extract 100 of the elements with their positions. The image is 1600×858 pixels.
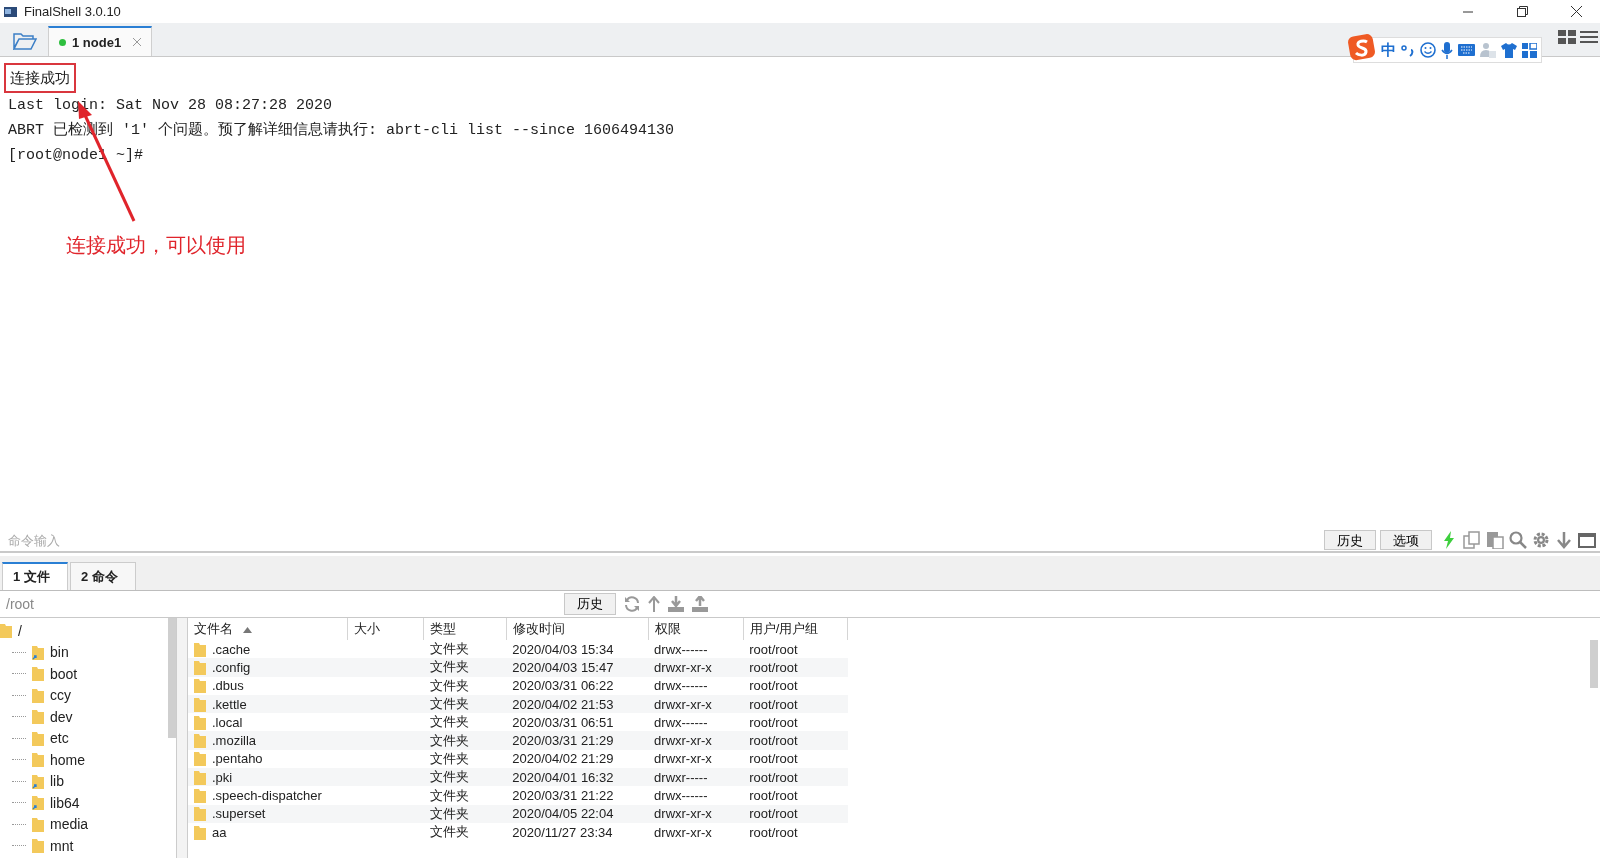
column-header[interactable]: 权限 bbox=[648, 618, 744, 640]
table-cell: root/root bbox=[743, 640, 848, 659]
folder-icon bbox=[194, 696, 206, 712]
table-cell: root/root bbox=[743, 822, 848, 842]
tree-item[interactable]: ccy bbox=[50, 687, 71, 704]
table-cell: 文件夹 bbox=[423, 640, 507, 659]
input-mode-toggle[interactable]: 中 bbox=[1381, 40, 1396, 60]
file-name[interactable]: .pentaho bbox=[212, 751, 263, 767]
scrollbar-thumb[interactable] bbox=[1590, 640, 1598, 688]
splitter-handle[interactable] bbox=[177, 618, 188, 858]
file-name[interactable]: .kettle bbox=[212, 696, 247, 712]
scrollbar-thumb[interactable] bbox=[168, 618, 176, 738]
tree-item[interactable]: boot bbox=[50, 665, 78, 682]
table-cell: 2020/04/05 22:04 bbox=[506, 804, 649, 823]
column-header[interactable]: 用户/用户组 bbox=[743, 618, 848, 640]
table-cell: 文件夹 bbox=[423, 731, 507, 750]
highlighted-text: 连接成功 bbox=[4, 63, 76, 93]
tree-item[interactable]: home bbox=[50, 751, 86, 768]
folder-icon bbox=[194, 788, 206, 803]
table-cell: 2020/04/03 15:34 bbox=[506, 640, 649, 659]
tree-item[interactable]: mnt bbox=[50, 837, 74, 854]
refresh-icon[interactable] bbox=[624, 596, 640, 612]
restore-icon[interactable] bbox=[1516, 6, 1528, 17]
tiles-icon[interactable] bbox=[1522, 42, 1537, 58]
down-arrow-icon[interactable] bbox=[1555, 531, 1573, 549]
toolbar-button[interactable]: 选项 bbox=[1380, 530, 1432, 550]
tree-item[interactable]: media bbox=[50, 816, 89, 833]
panel-tab[interactable]: 1 文件 bbox=[2, 562, 68, 590]
table-cell: 2020/04/02 21:29 bbox=[506, 749, 649, 769]
punctuation-icon[interactable] bbox=[1401, 42, 1415, 58]
table-cell: drwx------ bbox=[648, 786, 744, 805]
history-button[interactable]: 历史 bbox=[564, 593, 616, 615]
table-cell: drwxr-xr-x bbox=[648, 731, 744, 750]
shirt-icon[interactable] bbox=[1501, 42, 1517, 58]
column-header[interactable]: 文件名 bbox=[188, 618, 348, 640]
upload-icon[interactable] bbox=[692, 596, 708, 612]
table-cell: 文件夹 bbox=[423, 804, 507, 823]
file-name[interactable]: .dbus bbox=[212, 678, 244, 694]
close-icon[interactable] bbox=[1570, 6, 1582, 17]
tree-item[interactable]: dev bbox=[50, 708, 73, 725]
window-icon[interactable] bbox=[1578, 531, 1596, 549]
toolbar-button[interactable]: 历史 bbox=[1324, 530, 1376, 550]
table-cell: root/root bbox=[743, 658, 848, 677]
column-header[interactable]: 修改时间 bbox=[506, 618, 649, 640]
table-cell: 2020/03/31 06:22 bbox=[506, 676, 649, 695]
tree-item[interactable]: / bbox=[18, 622, 22, 639]
microphone-icon[interactable] bbox=[1441, 41, 1453, 59]
logo-icon[interactable] bbox=[1348, 33, 1376, 61]
path-field[interactable]: /root bbox=[0, 595, 556, 613]
menu-icon[interactable] bbox=[1580, 29, 1598, 45]
tree-item[interactable]: etc bbox=[50, 730, 69, 747]
table-cell: root/root bbox=[743, 804, 848, 823]
tree-item[interactable]: lib64 bbox=[50, 794, 80, 811]
folder-icon bbox=[194, 733, 206, 749]
column-header[interactable]: 类型 bbox=[423, 618, 507, 640]
table-cell: root/root bbox=[743, 694, 848, 714]
user-icon[interactable] bbox=[1480, 42, 1496, 58]
column-header[interactable]: 大小 bbox=[347, 618, 424, 640]
app-icon bbox=[4, 5, 18, 18]
table-cell: 文件夹 bbox=[423, 676, 507, 695]
table-cell: drwx------ bbox=[648, 713, 744, 732]
download-icon[interactable] bbox=[668, 596, 684, 612]
file-name[interactable]: .speech-dispatcher bbox=[212, 788, 322, 803]
file-name[interactable]: .local bbox=[212, 714, 243, 730]
table-cell: drwxr-xr-x bbox=[648, 658, 744, 677]
annotation-text: 连接成功，可以使用 bbox=[66, 233, 246, 258]
table-cell: 2020/03/31 21:22 bbox=[506, 786, 649, 805]
search-icon[interactable] bbox=[1509, 531, 1527, 549]
session-tab[interactable]: 1 node1 bbox=[48, 26, 152, 56]
command-input[interactable]: 命令输入 bbox=[8, 530, 1320, 550]
up-arrow-icon[interactable] bbox=[648, 596, 660, 612]
grid-icon[interactable] bbox=[1558, 29, 1576, 45]
table-cell: drwxr-xr-x bbox=[648, 749, 744, 769]
tree-item[interactable]: lib bbox=[50, 773, 64, 790]
settings-icon[interactable] bbox=[1532, 531, 1550, 549]
file-name[interactable]: aa bbox=[212, 824, 227, 840]
file-name[interactable]: .pki bbox=[212, 769, 233, 785]
folder-icon bbox=[0, 623, 12, 639]
table-cell: drwxr-xr-x bbox=[648, 804, 744, 823]
table-cell: 文件夹 bbox=[423, 822, 507, 842]
file-name[interactable]: .cache bbox=[212, 641, 251, 657]
folder-icon bbox=[194, 659, 206, 675]
panel-tab[interactable]: 2 命令 bbox=[70, 562, 136, 590]
table-cell: root/root bbox=[743, 676, 848, 695]
table-cell: drwxr----- bbox=[648, 768, 744, 787]
table-cell: 2020/03/31 21:29 bbox=[506, 731, 649, 750]
table-cell: root/root bbox=[743, 749, 848, 769]
tree-item[interactable]: bin bbox=[50, 644, 69, 661]
paste-icon[interactable] bbox=[1486, 531, 1504, 549]
table-cell: 文件夹 bbox=[423, 786, 507, 805]
smiley-icon[interactable] bbox=[1420, 42, 1436, 58]
folder-icon bbox=[194, 769, 206, 785]
table-cell: 文件夹 bbox=[423, 694, 507, 714]
folder-icon bbox=[194, 751, 206, 767]
table-cell: root/root bbox=[743, 731, 848, 750]
folder-icon bbox=[194, 641, 206, 657]
keyboard-icon[interactable] bbox=[1458, 44, 1475, 56]
folder-icon bbox=[194, 824, 206, 840]
table-cell: root/root bbox=[743, 786, 848, 805]
copy-icon[interactable] bbox=[1463, 531, 1481, 549]
